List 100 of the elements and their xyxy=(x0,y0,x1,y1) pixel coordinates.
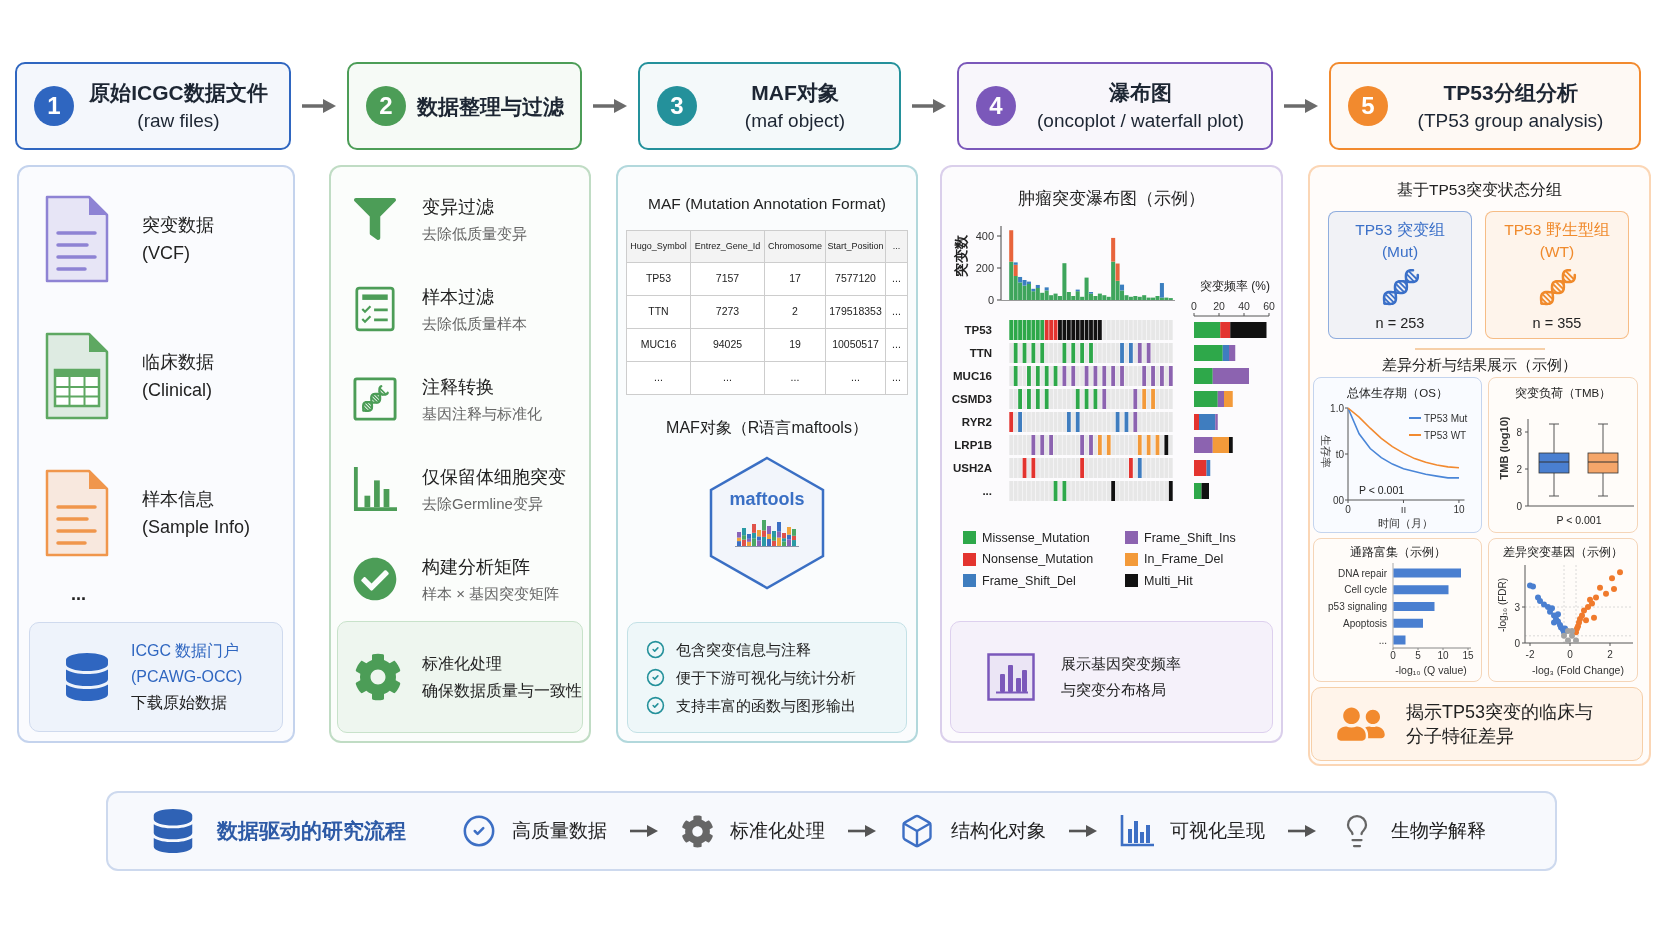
step-subtitle: (oncoplot / waterfall plot) xyxy=(1037,109,1244,133)
chart-title: 突变负荷（TMB） xyxy=(1514,385,1612,401)
sample-count: n = 355 xyxy=(1532,314,1582,333)
workflow-step: 高质量数据 xyxy=(512,818,607,844)
table-cell: TTN xyxy=(626,295,691,329)
bar-chart-icon xyxy=(1120,815,1154,847)
axis-title: 生存率 xyxy=(1320,434,1332,467)
check-circle-icon xyxy=(646,640,665,659)
table-cell: 19 xyxy=(764,328,826,362)
workflow-step: 可视化呈现 xyxy=(1170,818,1265,844)
gene-label: MUC16 xyxy=(953,370,992,382)
step-title: 数据整理与过滤 xyxy=(416,93,564,120)
table-cell: ... xyxy=(690,361,765,395)
panel-title: 基于TP53突变状态分组 xyxy=(1396,180,1563,200)
tick-label: 10 xyxy=(1453,503,1465,515)
table-cell: ... xyxy=(885,361,908,395)
step-description: 去除Germline变异 xyxy=(422,494,543,514)
table-cell: 10050517 xyxy=(825,328,886,362)
table-cell: 2 xyxy=(764,295,826,329)
summary-title: 标准化处理 xyxy=(422,654,502,674)
legend-swatch xyxy=(1408,416,1422,419)
tick-label: 3 xyxy=(1514,601,1520,612)
dna-icon xyxy=(1380,268,1420,308)
file-format: (Sample Info) xyxy=(142,516,251,539)
legend-label: Missense_Mutation xyxy=(982,529,1090,546)
step-number: 3 xyxy=(657,86,697,126)
funnel-icon xyxy=(354,198,396,240)
step-title: 注释转换 xyxy=(422,376,494,399)
axis-title: 突变数 xyxy=(953,235,969,277)
step-number: 1 xyxy=(34,86,74,126)
axis-title: -log₁₀ (FDR) xyxy=(1497,577,1508,632)
tick-label: 0 xyxy=(1516,500,1522,511)
section-title: MAF对象（R语言maftools） xyxy=(666,418,868,438)
checklist-icon xyxy=(355,286,395,332)
table-cell: 179518353 xyxy=(825,295,886,329)
axis-title: -log₃ (Fold Change) xyxy=(1532,663,1624,676)
feature-text: 支持丰富的函数与图形输出 xyxy=(676,695,856,716)
tick-label: -2 xyxy=(1525,648,1535,660)
category-label: p53 signaling xyxy=(1328,600,1387,612)
tick-label: 0 xyxy=(987,294,994,306)
step-number: 2 xyxy=(366,86,406,126)
summary-text: 展示基因突变频率 与突变分布格局 xyxy=(1061,654,1181,700)
tick-label: 0 xyxy=(1191,300,1197,312)
right-arrow-icon xyxy=(301,97,337,115)
right-arrow-icon xyxy=(592,97,628,115)
file-format: (VCF) xyxy=(142,242,190,265)
step-subtitle: (maf object) xyxy=(744,109,846,133)
chart-title: 差异突变基因（示例） xyxy=(1503,544,1623,560)
database-icon xyxy=(153,809,193,853)
step-number: 5 xyxy=(1348,86,1388,126)
tick-label: 5 xyxy=(1415,649,1421,661)
tick-label: 0 xyxy=(1567,648,1573,660)
legend-label: Nonsense_Mutation xyxy=(982,551,1094,568)
step-title: 变异过滤 xyxy=(422,196,494,219)
category-label: DNA repair xyxy=(1338,567,1387,578)
tick-label: 400 xyxy=(975,230,994,242)
legend-label: TP53 Mut xyxy=(1424,412,1468,424)
gene-label: ... xyxy=(982,485,992,497)
check-circle-icon xyxy=(646,696,665,715)
tick-label: 15 xyxy=(1462,649,1474,661)
tick-label: ıı xyxy=(1400,503,1407,515)
step-title: 仅保留体细胞突变 xyxy=(422,466,566,489)
check-circle-icon xyxy=(646,668,665,687)
step-title: 原始ICGC数据文件 xyxy=(89,80,268,106)
dna-icon xyxy=(353,377,397,421)
right-arrow-icon xyxy=(629,824,659,838)
step-title: TP53分组分析 xyxy=(1443,80,1578,106)
table-cell: 7273 xyxy=(690,295,765,329)
table-cell: ... xyxy=(885,328,908,362)
tick-label: 0 xyxy=(1514,637,1520,648)
table-cell: MUC16 xyxy=(626,328,691,362)
table-cell: ... xyxy=(885,262,908,296)
gene-label: TP53 xyxy=(964,324,992,336)
bar-chart-icon xyxy=(353,466,397,512)
dna-icon xyxy=(1537,268,1577,308)
legend-label: Frame_Shift_Ins xyxy=(1144,529,1236,546)
gene-label: TTN xyxy=(969,347,992,359)
table-cell: ... xyxy=(825,361,886,395)
right-arrow-icon xyxy=(1287,824,1317,838)
panel-title: 肿瘤突变瀑布图（示例） xyxy=(1018,188,1205,209)
logo-text: maftools xyxy=(729,488,805,510)
category-label: Apoptosis xyxy=(1343,617,1387,629)
check-circle-icon xyxy=(462,814,496,848)
summary-text: 确保数据质量与一致性 xyxy=(422,681,582,701)
legend-swatch xyxy=(1408,433,1422,436)
bar xyxy=(1393,568,1461,577)
step-description: 基因注释与标准化 xyxy=(422,404,542,424)
database-icon xyxy=(66,652,108,702)
gene-label: CSMD3 xyxy=(951,393,992,405)
category-label: Cell cycle xyxy=(1344,583,1387,595)
step-title: 瀑布图 xyxy=(1109,80,1172,106)
tick-label: 0 xyxy=(1345,503,1351,515)
table-cell: 7577120 xyxy=(825,262,886,296)
column-header: Hugo_Symbol xyxy=(626,230,691,263)
axis-title: -log₁₀ (Q value) xyxy=(1395,663,1467,676)
group-code: (Mut) xyxy=(1381,242,1419,262)
tick-label: 40 xyxy=(1238,300,1250,312)
column-header: Start_Position xyxy=(825,230,886,263)
bar xyxy=(1393,584,1449,594)
tick-label: 2 xyxy=(1607,648,1613,660)
